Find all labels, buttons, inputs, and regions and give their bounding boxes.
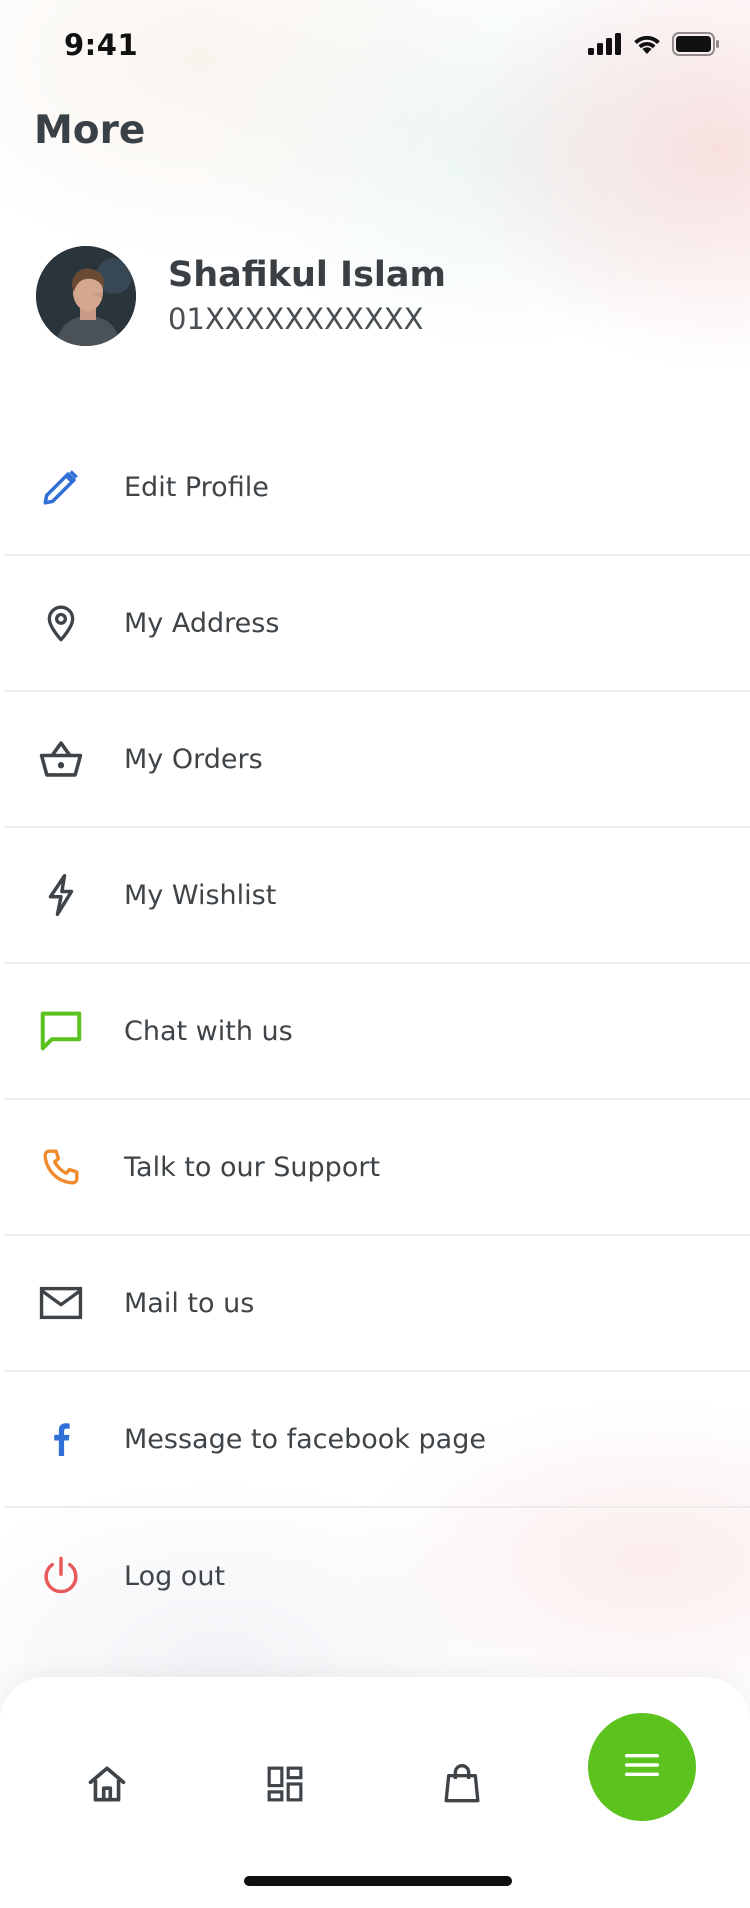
profile-name: Shafikul Islam	[168, 255, 447, 295]
menu-label: Talk to our Support	[124, 1151, 381, 1183]
profile-text: Shafikul Islam 01XXXXXXXXXXX	[168, 253, 446, 339]
menu-label: My Address	[124, 607, 280, 639]
menu-item-my-orders[interactable]: My Orders	[4, 692, 750, 828]
mail-icon	[34, 1276, 88, 1330]
menu-label: My Wishlist	[124, 879, 277, 911]
phone-icon	[34, 1140, 88, 1194]
battery-icon	[672, 32, 720, 60]
basket-icon	[34, 732, 88, 786]
profile-phone: 01XXXXXXXXXXX	[168, 302, 424, 336]
location-pin-icon	[34, 596, 88, 650]
more-menu: Edit Profile My Address My Orders My Wis…	[0, 420, 750, 1644]
power-icon	[34, 1549, 88, 1603]
menu-label: Mail to us	[124, 1287, 255, 1319]
menu-item-my-address[interactable]: My Address	[4, 556, 750, 692]
pencil-icon	[34, 460, 88, 514]
status-time: 9:41	[64, 28, 139, 62]
status-bar: 9:41	[0, 0, 750, 90]
nav-menu-button[interactable]	[588, 1713, 696, 1821]
wifi-icon	[632, 33, 662, 59]
chat-bubble-icon	[34, 1004, 88, 1058]
nav-shopping-bag-button[interactable]	[407, 1731, 517, 1841]
menu-item-my-wishlist[interactable]: My Wishlist	[4, 828, 750, 964]
menu-item-facebook-message[interactable]: Message to facebook page	[4, 1372, 750, 1508]
menu-item-log-out[interactable]: Log out	[4, 1508, 750, 1644]
menu-icon	[623, 1751, 661, 1783]
menu-label: Edit Profile	[124, 471, 269, 503]
menu-item-chat-with-us[interactable]: Chat with us	[4, 964, 750, 1100]
categories-icon	[266, 1765, 304, 1807]
facebook-icon	[34, 1412, 88, 1466]
menu-label: Message to facebook page	[124, 1423, 486, 1455]
more-screen: 9:41 More Shafikul Islam 01XXXXXXXXXXX E…	[0, 0, 750, 1908]
home-icon	[87, 1765, 127, 1807]
menu-item-talk-to-support[interactable]: Talk to our Support	[4, 1100, 750, 1236]
avatar	[36, 246, 136, 346]
cellular-signal-icon	[588, 33, 622, 59]
menu-item-mail-to-us[interactable]: Mail to us	[4, 1236, 750, 1372]
menu-item-edit-profile[interactable]: Edit Profile	[4, 420, 750, 556]
menu-label: Log out	[124, 1560, 226, 1592]
lightning-icon	[34, 868, 88, 922]
status-icons	[588, 32, 720, 60]
page-title: More	[34, 108, 146, 153]
shopping-bag-icon	[443, 1764, 481, 1808]
nav-categories-button[interactable]	[230, 1731, 340, 1841]
menu-label: My Orders	[124, 743, 263, 775]
nav-home-button[interactable]	[52, 1731, 162, 1841]
bottom-nav	[0, 1677, 750, 1908]
menu-label: Chat with us	[124, 1015, 293, 1047]
profile-card[interactable]: Shafikul Islam 01XXXXXXXXXXX	[36, 246, 446, 346]
home-indicator	[244, 1876, 512, 1886]
